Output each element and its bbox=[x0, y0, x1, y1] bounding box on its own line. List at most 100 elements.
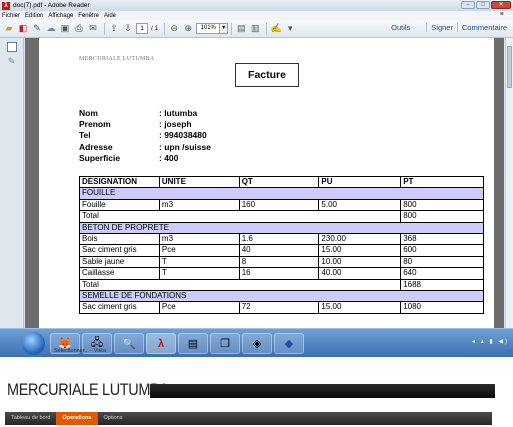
table-row: Sable jaune T 8 10.00 80 bbox=[79, 255, 484, 269]
create-pdf-icon[interactable]: ◧ bbox=[17, 23, 29, 35]
search-icon[interactable]: 🔍 bbox=[114, 333, 144, 354]
zoom-out-icon[interactable]: ⊖ bbox=[168, 23, 180, 35]
section-row: SEMELLE DE FONDATIONS bbox=[79, 290, 484, 303]
scrollbar-thumb[interactable] bbox=[507, 46, 512, 88]
window-icon[interactable]: ❐ bbox=[210, 333, 240, 354]
table-cell: Bois bbox=[79, 233, 160, 246]
toolbar-panels: Outils Signer Commentaire bbox=[387, 23, 511, 32]
table-cell: 1080 bbox=[400, 301, 484, 314]
page-total: / 1 bbox=[151, 25, 159, 32]
section-label: BETON DE PROPRETE bbox=[79, 221, 484, 235]
vertical-scrollbar[interactable] bbox=[505, 38, 513, 328]
table-cell: 368 bbox=[400, 233, 484, 246]
info-row: Nom : lutumba bbox=[79, 108, 211, 119]
open-icon[interactable]: ▰ bbox=[3, 23, 15, 35]
header-bar bbox=[150, 384, 495, 398]
nav-tableau-de-bord[interactable]: Tableau de bord bbox=[5, 412, 56, 425]
save-icon[interactable]: ▣ bbox=[59, 23, 71, 35]
adobe-icon[interactable]: λ bbox=[146, 333, 176, 354]
table-cell: m3 bbox=[158, 233, 240, 246]
table-cell: 72 bbox=[238, 301, 320, 314]
menu-affichage[interactable]: Affichage bbox=[48, 13, 73, 19]
system-tray: ◂ ▴ ▮ ◀) bbox=[472, 339, 509, 345]
mercuriale-app: MERCURIALE LUTUMBA Tableau de bord Opera… bbox=[0, 375, 513, 427]
pdf-page: MERCURIALE LUTUMBA Facture Nom : lutumba… bbox=[39, 38, 494, 328]
cloud-icon[interactable]: ☁ bbox=[45, 23, 57, 35]
info-value: : joseph bbox=[159, 119, 192, 130]
zoom-input[interactable]: 101% bbox=[196, 23, 221, 34]
customer-info: Nom : lutumba Prenom : joseph Tel : 9940… bbox=[79, 108, 211, 164]
menu-edition[interactable]: Edition bbox=[25, 13, 43, 19]
nav-options[interactable]: Options bbox=[98, 412, 129, 425]
previous-page-icon[interactable]: ⇧ bbox=[108, 23, 120, 35]
document-close-icon[interactable]: × bbox=[500, 11, 504, 18]
fit-width-icon[interactable]: ▥ bbox=[249, 23, 261, 35]
print-icon[interactable]: ⎙ bbox=[73, 23, 85, 35]
zoom-in-icon[interactable]: ⊕ bbox=[182, 23, 194, 35]
document-viewport[interactable]: MERCURIALE LUTUMBA Facture Nom : lutumba… bbox=[25, 38, 504, 328]
section-row: FOUILLE bbox=[79, 187, 484, 200]
table-cell: Sac ciment gris bbox=[79, 301, 160, 314]
document-icon[interactable]: ▤ bbox=[178, 333, 208, 354]
minimize-button[interactable]: – bbox=[461, 1, 475, 9]
email-icon[interactable]: ✉ bbox=[87, 23, 99, 35]
column-header: PT bbox=[400, 175, 484, 189]
toolbar-separator bbox=[164, 22, 166, 35]
table-cell: 1.6 bbox=[238, 233, 320, 246]
column-header: PU bbox=[318, 175, 402, 189]
table-cell: 640 bbox=[400, 267, 484, 280]
info-value: : 400 bbox=[159, 152, 179, 163]
total-row: Total 800 bbox=[78, 210, 484, 223]
start-button[interactable] bbox=[22, 332, 45, 355]
zoom-dropdown-icon[interactable]: ▾ bbox=[220, 23, 229, 34]
column-header: QT bbox=[238, 175, 320, 189]
toolbar-separator bbox=[104, 22, 105, 35]
column-header: DESIGNATION bbox=[79, 175, 160, 189]
table-cell: 40 bbox=[238, 244, 320, 257]
screenshot-root: λ doc(7).pdf - Adobe Reader – □ ✕ Fichie… bbox=[0, 0, 513, 427]
table-cell: 160 bbox=[238, 198, 320, 212]
page-number-input[interactable]: 1 bbox=[136, 23, 148, 34]
menu-fichier[interactable]: Fichier bbox=[2, 13, 20, 19]
menu-aide[interactable]: Aide bbox=[104, 13, 116, 19]
document-logo-text: MERCURIALE LUTUMBA bbox=[79, 56, 155, 62]
edit-icon[interactable]: ✎ bbox=[31, 23, 43, 35]
total-value: 800 bbox=[400, 210, 484, 223]
sign-tool-icon[interactable]: ✍ bbox=[270, 23, 282, 35]
info-label: Superficie bbox=[79, 152, 121, 163]
info-label: Nom bbox=[79, 108, 98, 118]
table-cell: 15.00 bbox=[318, 244, 402, 257]
stack-icon[interactable]: ◈ bbox=[242, 333, 272, 354]
table-cell: m3 bbox=[158, 198, 240, 212]
close-button[interactable]: ✕ bbox=[491, 1, 511, 9]
page-thumbnails-icon[interactable] bbox=[6, 42, 17, 52]
signature-panel-icon[interactable]: ✎ bbox=[7, 56, 17, 66]
sign-link[interactable]: Signer bbox=[426, 23, 457, 32]
info-value: : upn /suisse bbox=[159, 141, 211, 152]
app-title: MERCURIALE LUTUMBA bbox=[7, 380, 169, 399]
table-cell: Pce bbox=[158, 244, 240, 257]
info-value: : 994038480 bbox=[159, 130, 207, 141]
table-cell: 230.00 bbox=[318, 233, 402, 246]
table-cell: Sable jaune bbox=[79, 255, 160, 269]
table-cell: 8 bbox=[238, 255, 320, 269]
comment-link[interactable]: Commentaire bbox=[456, 23, 511, 32]
info-label: Prenom bbox=[79, 119, 111, 130]
tools-link[interactable]: Outils bbox=[387, 23, 414, 32]
maximize-button[interactable]: □ bbox=[476, 1, 490, 9]
section-label: FOUILLE bbox=[79, 187, 484, 200]
toolbar-menu-icon[interactable]: ▾ bbox=[284, 23, 296, 35]
toolbar-separator bbox=[231, 22, 233, 35]
table-cell: Sac ciment gris bbox=[79, 244, 160, 257]
table-cell: 80 bbox=[400, 255, 484, 269]
table-row: Sac ciment gris Pce 72 15.00 1080 bbox=[79, 301, 484, 314]
table-cell: 600 bbox=[400, 244, 484, 257]
next-page-icon[interactable]: ⇩ bbox=[122, 23, 134, 35]
table-cell: 5.00 bbox=[318, 198, 402, 212]
menu-fenetre[interactable]: Fenêtre bbox=[78, 13, 99, 19]
diamond-icon[interactable]: ◆ bbox=[274, 333, 304, 354]
table-cell: 10.00 bbox=[318, 255, 402, 269]
nav-operations[interactable]: Operations bbox=[56, 412, 98, 425]
toolbar: ▰ ◧ ✎ ☁ ▣ ⎙ ✉ ⇧ ⇩ 1 / 1 ⊖ ⊕ 101% ▾ ▤ ▥ ✍… bbox=[0, 20, 513, 38]
fit-page-icon[interactable]: ▤ bbox=[235, 23, 247, 35]
